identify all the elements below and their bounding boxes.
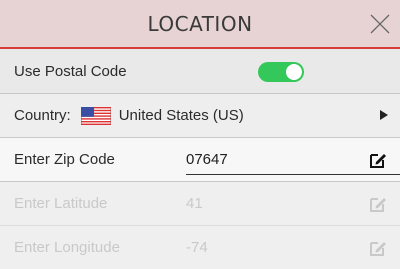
edit-pencil-icon[interactable] bbox=[368, 238, 388, 258]
longitude-row: Enter Longitude -74 bbox=[0, 226, 400, 269]
longitude-input[interactable]: -74 bbox=[186, 239, 208, 256]
country-value: United States (US) bbox=[118, 107, 244, 124]
zip-code-row: Enter Zip Code 07647 bbox=[0, 138, 400, 182]
zip-code-label: Enter Zip Code bbox=[14, 151, 115, 168]
close-button[interactable] bbox=[364, 8, 396, 40]
location-panel: LOCATION Use Postal Code Country: United… bbox=[0, 0, 400, 269]
latitude-input[interactable]: 41 bbox=[186, 195, 203, 212]
longitude-label: Enter Longitude bbox=[14, 239, 120, 256]
country-row[interactable]: Country: United States (US) bbox=[0, 94, 400, 138]
latitude-row: Enter Latitude 41 bbox=[0, 182, 400, 226]
close-icon bbox=[370, 14, 390, 34]
latitude-label: Enter Latitude bbox=[14, 195, 108, 212]
zip-code-input[interactable]: 07647 bbox=[186, 151, 228, 168]
arrow-right-icon[interactable] bbox=[380, 110, 388, 120]
header: LOCATION bbox=[0, 0, 400, 49]
us-flag-icon bbox=[80, 106, 111, 125]
postal-code-label: Use Postal Code bbox=[14, 62, 127, 80]
edit-pencil-icon[interactable] bbox=[368, 194, 388, 214]
country-label: Country: bbox=[14, 107, 71, 124]
edit-pencil-icon[interactable] bbox=[368, 150, 388, 170]
postal-code-toggle[interactable] bbox=[258, 62, 304, 82]
zip-code-underline bbox=[186, 174, 400, 175]
toggle-knob bbox=[286, 64, 302, 80]
postal-code-row: Use Postal Code bbox=[0, 49, 400, 94]
page-title: LOCATION bbox=[147, 11, 253, 36]
